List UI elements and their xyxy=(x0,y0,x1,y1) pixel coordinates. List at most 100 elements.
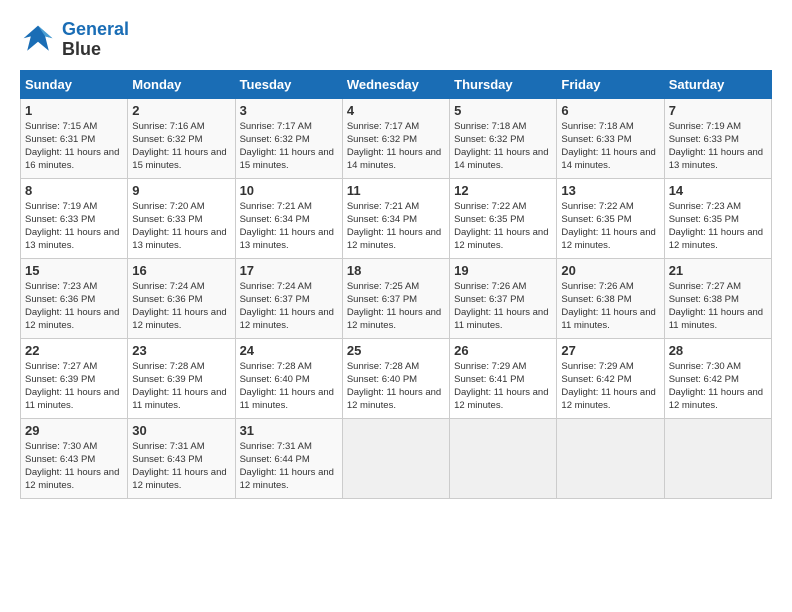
calendar-day-cell xyxy=(557,418,664,498)
day-info: Sunrise: 7:17 AMSunset: 6:32 PMDaylight:… xyxy=(347,120,445,173)
day-number: 26 xyxy=(454,343,552,358)
calendar-day-header: Saturday xyxy=(664,70,771,98)
day-number: 7 xyxy=(669,103,767,118)
day-number: 24 xyxy=(240,343,338,358)
day-info: Sunrise: 7:18 AMSunset: 6:32 PMDaylight:… xyxy=(454,120,552,173)
day-info: Sunrise: 7:21 AMSunset: 6:34 PMDaylight:… xyxy=(347,200,445,253)
day-number: 3 xyxy=(240,103,338,118)
day-number: 22 xyxy=(25,343,123,358)
day-info: Sunrise: 7:29 AMSunset: 6:42 PMDaylight:… xyxy=(561,360,659,413)
day-info: Sunrise: 7:28 AMSunset: 6:40 PMDaylight:… xyxy=(240,360,338,413)
day-number: 4 xyxy=(347,103,445,118)
day-info: Sunrise: 7:16 AMSunset: 6:32 PMDaylight:… xyxy=(132,120,230,173)
calendar-day-cell: 17Sunrise: 7:24 AMSunset: 6:37 PMDayligh… xyxy=(235,258,342,338)
calendar-day-cell: 4 Sunrise: 7:17 AMSunset: 6:32 PMDaylight… xyxy=(342,98,449,178)
calendar-day-header: Tuesday xyxy=(235,70,342,98)
day-info: Sunrise: 7:31 AMSunset: 6:44 PMDaylight:… xyxy=(240,440,338,493)
day-info: Sunrise: 7:26 AMSunset: 6:38 PMDaylight:… xyxy=(561,280,659,333)
day-number: 20 xyxy=(561,263,659,278)
day-number: 14 xyxy=(669,183,767,198)
calendar-day-cell: 28Sunrise: 7:30 AMSunset: 6:42 PMDayligh… xyxy=(664,338,771,418)
day-number: 30 xyxy=(132,423,230,438)
calendar-day-cell: 13 Sunrise: 7:22 AMSunset: 6:35 PMDayligh… xyxy=(557,178,664,258)
day-info: Sunrise: 7:28 AMSunset: 6:40 PMDaylight:… xyxy=(347,360,445,413)
calendar-day-cell: 9 Sunrise: 7:20 AMSunset: 6:33 PMDaylight… xyxy=(128,178,235,258)
calendar-day-cell: 30 Sunrise: 7:31 AMSunset: 6:43 PMDayligh… xyxy=(128,418,235,498)
calendar-day-cell: 18Sunrise: 7:25 AMSunset: 6:37 PMDayligh… xyxy=(342,258,449,338)
day-number: 12 xyxy=(454,183,552,198)
day-number: 6 xyxy=(561,103,659,118)
day-info: Sunrise: 7:31 AMSunset: 6:43 PMDaylight:… xyxy=(132,440,230,493)
calendar-day-cell: 25 Sunrise: 7:28 AMSunset: 6:40 PMDayligh… xyxy=(342,338,449,418)
day-info: Sunrise: 7:21 AMSunset: 6:34 PMDaylight:… xyxy=(240,200,338,253)
day-info: Sunrise: 7:24 AMSunset: 6:36 PMDaylight:… xyxy=(132,280,230,333)
calendar-day-cell xyxy=(450,418,557,498)
day-info: Sunrise: 7:22 AMSunset: 6:35 PMDaylight:… xyxy=(454,200,552,253)
calendar-week-row: 15 Sunrise: 7:23 AMSunset: 6:36 PMDayligh… xyxy=(21,258,772,338)
calendar-day-header: Sunday xyxy=(21,70,128,98)
day-info: Sunrise: 7:29 AMSunset: 6:41 PMDaylight:… xyxy=(454,360,552,413)
calendar-day-header: Thursday xyxy=(450,70,557,98)
day-number: 18 xyxy=(347,263,445,278)
logo: General Blue xyxy=(20,20,129,60)
calendar-day-cell: 29Sunrise: 7:30 AMSunset: 6:43 PMDayligh… xyxy=(21,418,128,498)
calendar-day-cell: 23 Sunrise: 7:28 AMSunset: 6:39 PMDayligh… xyxy=(128,338,235,418)
page-header: General Blue xyxy=(20,20,772,60)
day-info: Sunrise: 7:23 AMSunset: 6:36 PMDaylight:… xyxy=(25,280,123,333)
day-number: 28 xyxy=(669,343,767,358)
day-number: 5 xyxy=(454,103,552,118)
calendar-day-cell: 15 Sunrise: 7:23 AMSunset: 6:36 PMDayligh… xyxy=(21,258,128,338)
calendar-day-cell: 20 Sunrise: 7:26 AMSunset: 6:38 PMDayligh… xyxy=(557,258,664,338)
calendar-day-cell: 12 Sunrise: 7:22 AMSunset: 6:35 PMDayligh… xyxy=(450,178,557,258)
day-number: 23 xyxy=(132,343,230,358)
calendar-table: SundayMondayTuesdayWednesdayThursdayFrid… xyxy=(20,70,772,499)
day-info: Sunrise: 7:24 AMSunset: 6:37 PMDaylight:… xyxy=(240,280,338,333)
day-info: Sunrise: 7:18 AMSunset: 6:33 PMDaylight:… xyxy=(561,120,659,173)
day-info: Sunrise: 7:17 AMSunset: 6:32 PMDaylight:… xyxy=(240,120,338,173)
calendar-day-cell: 3 Sunrise: 7:17 AMSunset: 6:32 PMDaylight… xyxy=(235,98,342,178)
day-info: Sunrise: 7:19 AMSunset: 6:33 PMDaylight:… xyxy=(25,200,123,253)
calendar-day-cell: 27 Sunrise: 7:29 AMSunset: 6:42 PMDayligh… xyxy=(557,338,664,418)
calendar-day-cell: 7 Sunrise: 7:19 AMSunset: 6:33 PMDaylight… xyxy=(664,98,771,178)
day-info: Sunrise: 7:19 AMSunset: 6:33 PMDaylight:… xyxy=(669,120,767,173)
calendar-day-cell: 14Sunrise: 7:23 AMSunset: 6:35 PMDayligh… xyxy=(664,178,771,258)
calendar-day-cell: 2 Sunrise: 7:16 AMSunset: 6:32 PMDaylight… xyxy=(128,98,235,178)
calendar-day-cell: 6 Sunrise: 7:18 AMSunset: 6:33 PMDaylight… xyxy=(557,98,664,178)
day-number: 13 xyxy=(561,183,659,198)
calendar-week-row: 1 Sunrise: 7:15 AMSunset: 6:31 PMDaylight… xyxy=(21,98,772,178)
day-number: 21 xyxy=(669,263,767,278)
calendar-day-cell: 1 Sunrise: 7:15 AMSunset: 6:31 PMDaylight… xyxy=(21,98,128,178)
day-info: Sunrise: 7:20 AMSunset: 6:33 PMDaylight:… xyxy=(132,200,230,253)
day-number: 1 xyxy=(25,103,123,118)
day-number: 8 xyxy=(25,183,123,198)
calendar-day-cell: 16 Sunrise: 7:24 AMSunset: 6:36 PMDayligh… xyxy=(128,258,235,338)
calendar-day-cell: 26 Sunrise: 7:29 AMSunset: 6:41 PMDayligh… xyxy=(450,338,557,418)
calendar-day-cell: 8 Sunrise: 7:19 AMSunset: 6:33 PMDaylight… xyxy=(21,178,128,258)
logo-icon xyxy=(20,22,56,58)
calendar-week-row: 29Sunrise: 7:30 AMSunset: 6:43 PMDayligh… xyxy=(21,418,772,498)
calendar-week-row: 8 Sunrise: 7:19 AMSunset: 6:33 PMDaylight… xyxy=(21,178,772,258)
day-number: 2 xyxy=(132,103,230,118)
calendar-day-cell xyxy=(664,418,771,498)
day-number: 19 xyxy=(454,263,552,278)
day-info: Sunrise: 7:28 AMSunset: 6:39 PMDaylight:… xyxy=(132,360,230,413)
calendar-day-header: Friday xyxy=(557,70,664,98)
day-number: 25 xyxy=(347,343,445,358)
day-number: 29 xyxy=(25,423,123,438)
calendar-day-header: Monday xyxy=(128,70,235,98)
day-number: 16 xyxy=(132,263,230,278)
calendar-day-header: Wednesday xyxy=(342,70,449,98)
calendar-day-cell: 31Sunrise: 7:31 AMSunset: 6:44 PMDayligh… xyxy=(235,418,342,498)
day-number: 9 xyxy=(132,183,230,198)
calendar-day-cell: 21 Sunrise: 7:27 AMSunset: 6:38 PMDayligh… xyxy=(664,258,771,338)
day-info: Sunrise: 7:27 AMSunset: 6:38 PMDaylight:… xyxy=(669,280,767,333)
day-info: Sunrise: 7:26 AMSunset: 6:37 PMDaylight:… xyxy=(454,280,552,333)
day-number: 10 xyxy=(240,183,338,198)
day-info: Sunrise: 7:22 AMSunset: 6:35 PMDaylight:… xyxy=(561,200,659,253)
day-info: Sunrise: 7:27 AMSunset: 6:39 PMDaylight:… xyxy=(25,360,123,413)
day-info: Sunrise: 7:15 AMSunset: 6:31 PMDaylight:… xyxy=(25,120,123,173)
calendar-week-row: 22 Sunrise: 7:27 AMSunset: 6:39 PMDayligh… xyxy=(21,338,772,418)
day-number: 27 xyxy=(561,343,659,358)
day-number: 15 xyxy=(25,263,123,278)
calendar-day-cell: 22 Sunrise: 7:27 AMSunset: 6:39 PMDayligh… xyxy=(21,338,128,418)
